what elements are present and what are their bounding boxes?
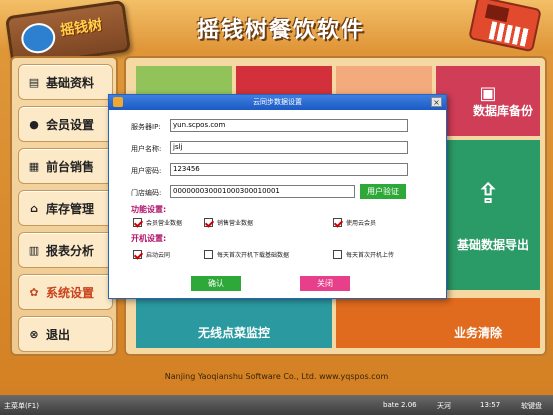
daily-download-checkbox[interactable]: 每天首次开机下载基础数据 xyxy=(204,250,289,259)
password-input[interactable]: 123456 xyxy=(170,163,408,176)
tile-label: 无线点菜监控 xyxy=(197,325,270,340)
weather-label: 天河 xyxy=(437,402,451,410)
confirm-button[interactable]: 确认 xyxy=(191,276,241,291)
sidebar-item-sales[interactable]: ▦ 前台销售 xyxy=(18,148,113,184)
checkbox-label: 会员营业数据 xyxy=(146,220,183,227)
close-button[interactable]: 关闭 xyxy=(300,276,350,291)
document-icon: ▤ xyxy=(28,75,40,89)
sidebar-item-label: 系统设置 xyxy=(46,285,95,300)
password-label: 用户密码: xyxy=(131,167,162,175)
exit-icon: ⊗ xyxy=(29,327,39,341)
sales-data-checkbox[interactable]: 销售营业数据 xyxy=(204,218,253,227)
sidebar-item-label: 库存管理 xyxy=(46,201,95,216)
server-ip-label: 服务器IP: xyxy=(131,123,161,131)
username-label: 用户名称: xyxy=(131,145,162,153)
username-input[interactable]: jslj xyxy=(170,141,408,154)
auto-sync-checkbox[interactable]: 启动云同 xyxy=(133,250,170,259)
status-bar: 主菜单(F1) bate 2.06 天河 13:57 软键盘 xyxy=(0,395,553,415)
gear-icon: ✿ xyxy=(29,285,39,299)
sidebar-item-reports[interactable]: ▥ 报表分析 xyxy=(18,232,113,268)
tile-wireless-monitor[interactable]: 无线点菜监控 xyxy=(136,298,332,348)
store-code-input[interactable]: 000000030001000300010001 xyxy=(170,185,355,198)
tile-label: 数据库备份 xyxy=(472,104,533,118)
sidebar: ▤ 基础资料 ● 会员设置 ▦ 前台销售 ⌂ 库存管理 ▥ 报表分析 ✿ 系统设置 ⊗ 退出 xyxy=(10,56,118,356)
sidebar-item-settings[interactable]: ✿ 系统设置 xyxy=(18,274,113,310)
company-footer: Nanjing Yaoqianshu Software Co., Ltd. ww… xyxy=(164,372,389,381)
sidebar-item-exit[interactable]: ⊗ 退出 xyxy=(18,316,113,352)
export-icon: ⇪ xyxy=(476,177,500,210)
sidebar-item-member[interactable]: ● 会员设置 xyxy=(18,106,113,142)
startup-section-title: 开机设置: xyxy=(131,234,167,243)
checkbox-label: 启动云同 xyxy=(146,252,171,259)
logo-text: 摇钱树 xyxy=(59,17,104,39)
soft-keyboard-button[interactable]: 软键盘 xyxy=(521,401,542,411)
dialog-titlebar: 云同步数据设置 × xyxy=(109,95,446,110)
sidebar-item-basic-data[interactable]: ▤ 基础资料 xyxy=(18,64,113,100)
checkbox-label: 每天首次开机上传 xyxy=(346,252,395,259)
member-data-checkbox[interactable]: 会员营业数据 xyxy=(133,218,182,227)
checkbox-box[interactable] xyxy=(133,218,142,227)
sidebar-item-label: 退出 xyxy=(46,327,71,342)
checkbox-label: 每天首次开机下载基础数据 xyxy=(217,252,290,259)
sidebar-item-label: 基础资料 xyxy=(46,75,95,90)
sidebar-item-label: 会员设置 xyxy=(46,117,95,132)
backup-icon: ▣ xyxy=(479,83,497,104)
sidebar-item-label: 报表分析 xyxy=(46,243,95,258)
main-menu-label[interactable]: 主菜单(F1) xyxy=(4,401,39,411)
cloud-member-checkbox[interactable]: 使用云会员 xyxy=(333,218,376,227)
logo-icon xyxy=(19,20,58,56)
dialog-title: 云同步数据设置 xyxy=(253,98,302,106)
tile-label: 业务清除 xyxy=(453,325,502,340)
cloud-sync-dialog: 云同步数据设置 × 服务器IP: yun.scpos.com 用户名称: jsl… xyxy=(108,94,447,299)
close-icon[interactable]: × xyxy=(431,97,442,107)
home-icon: ⌂ xyxy=(30,201,38,215)
daily-upload-checkbox[interactable]: 每天首次开机上传 xyxy=(333,250,394,259)
checkbox-box[interactable] xyxy=(333,250,342,259)
sidebar-item-inventory[interactable]: ⌂ 库存管理 xyxy=(18,190,113,226)
version-label: bate 2.06 xyxy=(383,401,417,409)
store-code-label: 门店编码: xyxy=(131,189,162,197)
checkbox-label: 销售营业数据 xyxy=(217,220,254,227)
tile-data-export[interactable]: ⇪ 基础数据导出 xyxy=(436,140,540,290)
server-ip-input[interactable]: yun.scpos.com xyxy=(170,119,408,132)
checkbox-box[interactable] xyxy=(204,218,213,227)
tile-db-backup[interactable]: ▣ 数据库备份 xyxy=(436,66,540,136)
checkbox-label: 使用云会员 xyxy=(346,220,377,227)
checkbox-box[interactable] xyxy=(204,250,213,259)
checkbox-box[interactable] xyxy=(333,218,342,227)
dialog-icon xyxy=(113,97,123,107)
sidebar-item-label: 前台销售 xyxy=(46,159,95,174)
tile-label: 基础数据导出 xyxy=(456,238,529,252)
features-section-title: 功能设置: xyxy=(131,205,167,214)
checkbox-box[interactable] xyxy=(133,250,142,259)
verify-user-button[interactable]: 用户验证 xyxy=(360,184,406,199)
user-icon: ● xyxy=(29,117,39,131)
report-icon: ▥ xyxy=(28,243,40,257)
tile-business-clear[interactable]: 业务清除 xyxy=(336,298,540,348)
printer-icon: ▦ xyxy=(28,159,40,173)
time-label: 13:57 xyxy=(480,401,501,409)
app-title: 摇钱树餐饮软件 xyxy=(197,18,366,43)
